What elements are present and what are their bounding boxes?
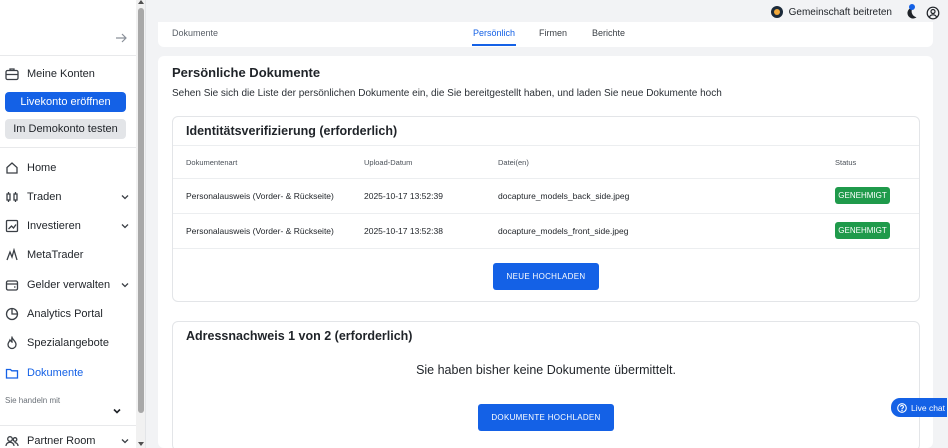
sidebar-item-label: MetaTrader bbox=[27, 249, 84, 261]
folder-icon bbox=[5, 368, 19, 379]
empty-state-message: Sie haben bisher keine Dokumente übermit… bbox=[416, 363, 676, 377]
column-header: Status bbox=[835, 158, 857, 167]
arrow-right-icon[interactable] bbox=[115, 32, 127, 44]
personal-documents-card: Persönliche Dokumente Sehen Sie sich die… bbox=[158, 56, 933, 448]
trade-with-label: Sie handeln mit bbox=[5, 396, 61, 405]
column-header: Datei(en) bbox=[498, 158, 529, 167]
scrollbar-thumb[interactable] bbox=[138, 8, 144, 413]
community-logo-icon bbox=[770, 6, 783, 18]
join-community-label: Gemeinschaft beitreten bbox=[788, 6, 892, 18]
sidebar-item-label: Partner Room bbox=[27, 435, 96, 447]
file-name-cell[interactable]: docapture_models_back_side.jpeg bbox=[498, 191, 629, 201]
scroll-down-arrow-icon[interactable] bbox=[138, 442, 144, 446]
tab-reports[interactable]: Berichte bbox=[592, 28, 625, 38]
sidebar-divider bbox=[0, 147, 136, 148]
users-icon bbox=[5, 436, 19, 447]
sidebar-item-funds[interactable]: Gelder verwalten bbox=[5, 275, 130, 295]
sidebar-item-partner-room[interactable]: Partner Room bbox=[5, 431, 130, 448]
sidebar-item-metatrader[interactable]: MetaTrader bbox=[5, 245, 130, 265]
column-header: Dokumentenart bbox=[186, 158, 238, 167]
briefcase-icon bbox=[5, 68, 19, 81]
try-demo-account-button[interactable]: Im Demokonto testen bbox=[5, 119, 126, 139]
candles-icon bbox=[6, 192, 18, 202]
trend-icon bbox=[5, 219, 19, 233]
live-chat-label: Live chat bbox=[911, 402, 946, 413]
page-description: Sehen Sie sich die Liste der persönliche… bbox=[172, 88, 722, 99]
section-title: Identitätsverifizierung (erforderlich) bbox=[186, 124, 398, 138]
sidebar: Meine Konten Livekonto eröffnen Im Demok… bbox=[0, 0, 146, 448]
my-accounts-label: Meine Konten bbox=[27, 68, 95, 80]
sidebar-item-analytics[interactable]: Analytics Portal bbox=[5, 304, 130, 324]
chevron-down-icon bbox=[121, 195, 129, 200]
sidebar-item-label: Gelder verwalten bbox=[27, 279, 111, 291]
sidebar-item-label: Home bbox=[27, 162, 57, 174]
open-live-account-button[interactable]: Livekonto eröffnen bbox=[5, 92, 126, 112]
identity-verification-section: Identitätsverifizierung (erforderlich) D… bbox=[172, 116, 920, 302]
upload-date-cell: 2025-10-17 13:52:38 bbox=[364, 226, 443, 236]
chevron-down-icon bbox=[121, 283, 129, 288]
status-badge: GENEHMIGT bbox=[835, 187, 890, 204]
sidebar-divider bbox=[0, 425, 136, 426]
row-divider bbox=[173, 248, 919, 249]
scroll-up-arrow-icon[interactable] bbox=[138, 0, 144, 4]
upload-date-cell: 2025-10-17 13:52:39 bbox=[364, 191, 443, 201]
wallet-icon bbox=[5, 280, 19, 291]
sidebar-item-label: Analytics Portal bbox=[27, 308, 103, 320]
section-divider bbox=[173, 145, 919, 146]
file-name-cell[interactable]: docapture_models_front_side.jpeg bbox=[498, 226, 628, 236]
flame-icon bbox=[7, 336, 17, 350]
sidebar-item-label: Dokumente bbox=[27, 367, 84, 379]
upload-documents-button[interactable]: DOKUMENTE HOCHLADEN bbox=[478, 404, 614, 431]
section-title: Adressnachweis 1 von 2 (erforderlich) bbox=[186, 329, 413, 343]
sidebar-scrollbar[interactable] bbox=[136, 0, 145, 448]
live-chat-button[interactable]: Live chat bbox=[891, 398, 947, 417]
chevron-down-icon bbox=[121, 224, 129, 229]
breadcrumb: Dokumente bbox=[172, 28, 219, 38]
sidebar-item-invest[interactable]: Investieren bbox=[5, 216, 130, 236]
sidebar-item-trade[interactable]: Traden bbox=[5, 187, 130, 207]
pie-chart-icon bbox=[5, 307, 19, 321]
chevron-down-icon bbox=[121, 439, 129, 444]
upload-new-button[interactable]: NEUE HOCHLADEN bbox=[493, 263, 599, 290]
my-accounts-item[interactable]: Meine Konten bbox=[5, 64, 130, 84]
status-badge: GENEHMIGT bbox=[835, 222, 890, 239]
tab-companies[interactable]: Firmen bbox=[539, 28, 567, 38]
join-community-button[interactable]: Gemeinschaft beitreten bbox=[770, 3, 892, 21]
sidebar-item-label: Investieren bbox=[27, 220, 81, 232]
tab-personal[interactable]: Persönlich bbox=[473, 28, 515, 38]
top-bar: Gemeinschaft beitreten bbox=[146, 0, 948, 24]
home-icon bbox=[6, 162, 18, 174]
notification-dot bbox=[909, 4, 915, 10]
sidebar-item-label: Traden bbox=[27, 191, 62, 203]
sidebar-item-home[interactable]: Home bbox=[5, 158, 130, 178]
chevron-down-icon[interactable] bbox=[112, 406, 122, 416]
table-row: Personalausweis (Vorder- & Rückseite) 20… bbox=[173, 178, 919, 213]
sidebar-item-special-offers[interactable]: Spezialangebote bbox=[5, 333, 130, 353]
table-row: Personalausweis (Vorder- & Rückseite) 20… bbox=[173, 213, 919, 248]
address-proof-section: Adressnachweis 1 von 2 (erforderlich) Si… bbox=[172, 321, 920, 448]
page-title: Persönliche Dokumente bbox=[172, 65, 321, 80]
sidebar-item-documents[interactable]: Dokumente bbox=[5, 363, 130, 383]
column-header: Upload-Datum bbox=[364, 158, 413, 167]
active-tab-indicator bbox=[472, 44, 516, 46]
sidebar-header bbox=[0, 0, 145, 56]
user-profile-icon[interactable] bbox=[926, 6, 940, 20]
document-type-cell: Personalausweis (Vorder- & Rückseite) bbox=[186, 226, 334, 236]
document-type-cell: Personalausweis (Vorder- & Rückseite) bbox=[186, 191, 334, 201]
sidebar-item-label: Spezialangebote bbox=[27, 337, 109, 349]
metatrader-icon bbox=[6, 248, 18, 261]
documents-tabs: Dokumente Persönlich Firmen Berichte bbox=[158, 22, 933, 47]
help-circle-icon bbox=[897, 402, 907, 413]
